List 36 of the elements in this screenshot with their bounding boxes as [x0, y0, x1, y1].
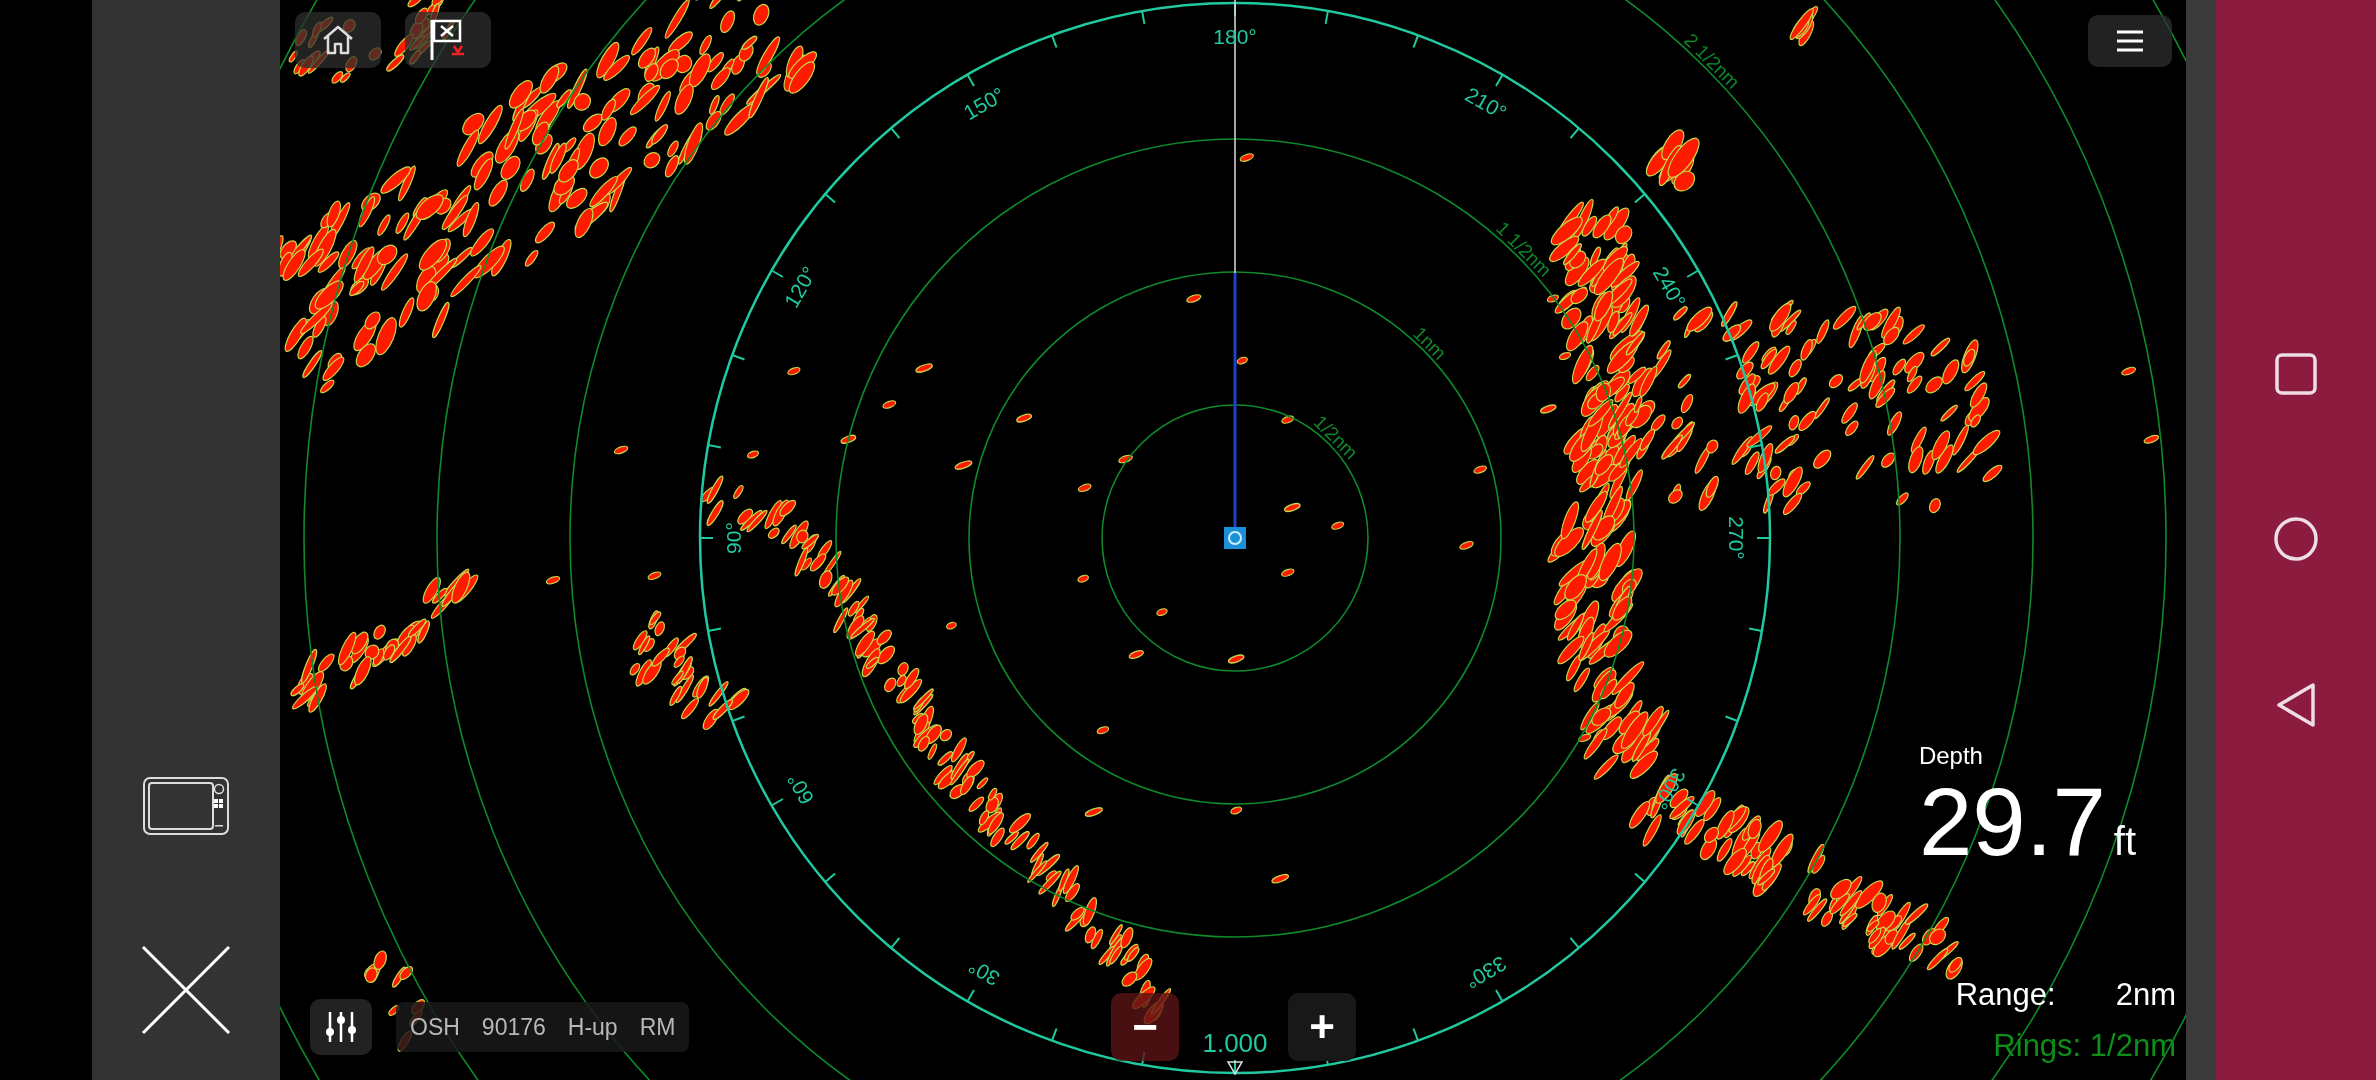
depth-unit: ft [2113, 818, 2136, 865]
recent-apps-icon[interactable] [2274, 352, 2318, 396]
bearing-label: 30° [964, 954, 1004, 991]
bearing-label: 210° [1461, 82, 1511, 125]
bearing-label: 60° [782, 769, 819, 809]
back-icon[interactable] [2275, 682, 2317, 728]
range-value: 2nm [2115, 976, 2176, 1014]
range-label: Range: [1955, 976, 2056, 1014]
range-ring-label: 1nm [1409, 322, 1451, 364]
status-item: H-up [567, 1012, 618, 1042]
zoom-out-button[interactable]: − [1111, 993, 1179, 1061]
status-item: OSH [410, 1012, 460, 1042]
close-icon[interactable] [141, 945, 231, 1035]
home-button[interactable] [295, 12, 381, 68]
depth-value: 29.7 [1918, 774, 2106, 870]
heading-readout: 1.000 [1202, 1028, 1268, 1058]
zoom-in-button[interactable]: + [1288, 993, 1356, 1061]
display-device-icon[interactable] [143, 777, 229, 835]
sliders-icon [325, 1010, 357, 1044]
menu-button[interactable] [2088, 15, 2172, 67]
bearing-label: 90° [721, 522, 745, 554]
radar-echo [1789, 6, 1819, 47]
status-item: 90176 [481, 1012, 546, 1042]
vessel-icon [1224, 527, 1246, 549]
bearing-label: 270° [1725, 516, 1749, 560]
bearing-label: 330° [1461, 951, 1511, 994]
bearing-label: 150° [959, 82, 1009, 125]
menu-icon [2116, 30, 2144, 52]
home-circle-icon[interactable] [2273, 516, 2319, 562]
home-icon [321, 24, 355, 56]
status-item: RM [639, 1012, 676, 1042]
waypoint-button[interactable] [405, 12, 491, 68]
settings-button[interactable] [310, 999, 372, 1055]
depth-label: Depth [1918, 741, 1984, 771]
heading-marker-icon [1226, 1061, 1244, 1076]
radar-echo [1645, 129, 1700, 192]
